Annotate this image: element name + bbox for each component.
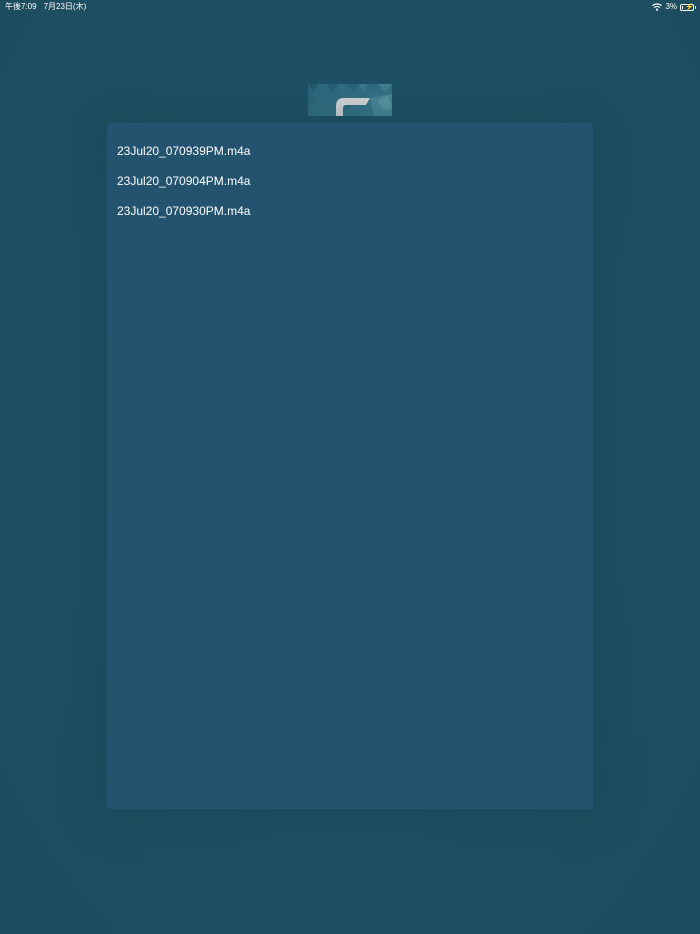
recordings-list: 23Jul20_070939PM.m4a 23Jul20_070904PM.m4…: [107, 123, 593, 233]
status-time: 午後7:09: [5, 2, 37, 11]
app-logo-icon: [308, 84, 392, 116]
status-date: 7月23日(木): [43, 2, 87, 11]
charging-bolt-icon: ⚡: [685, 4, 694, 11]
recording-item[interactable]: 23Jul20_070930PM.m4a: [117, 203, 593, 233]
recordings-panel: 23Jul20_070939PM.m4a 23Jul20_070904PM.m4…: [107, 123, 593, 809]
wifi-icon: [652, 3, 663, 11]
status-bar: 午後7:09 7月23日(木) 3% ⚡: [0, 0, 700, 14]
recording-item[interactable]: 23Jul20_070939PM.m4a: [117, 143, 593, 173]
battery-percent: 3%: [665, 2, 677, 11]
status-right: 3% ⚡: [652, 0, 696, 14]
recording-item[interactable]: 23Jul20_070904PM.m4a: [117, 173, 593, 203]
status-left: 午後7:09 7月23日(木): [5, 0, 86, 14]
battery-fill: [682, 6, 683, 9]
battery-charging-icon: ⚡: [680, 4, 696, 11]
